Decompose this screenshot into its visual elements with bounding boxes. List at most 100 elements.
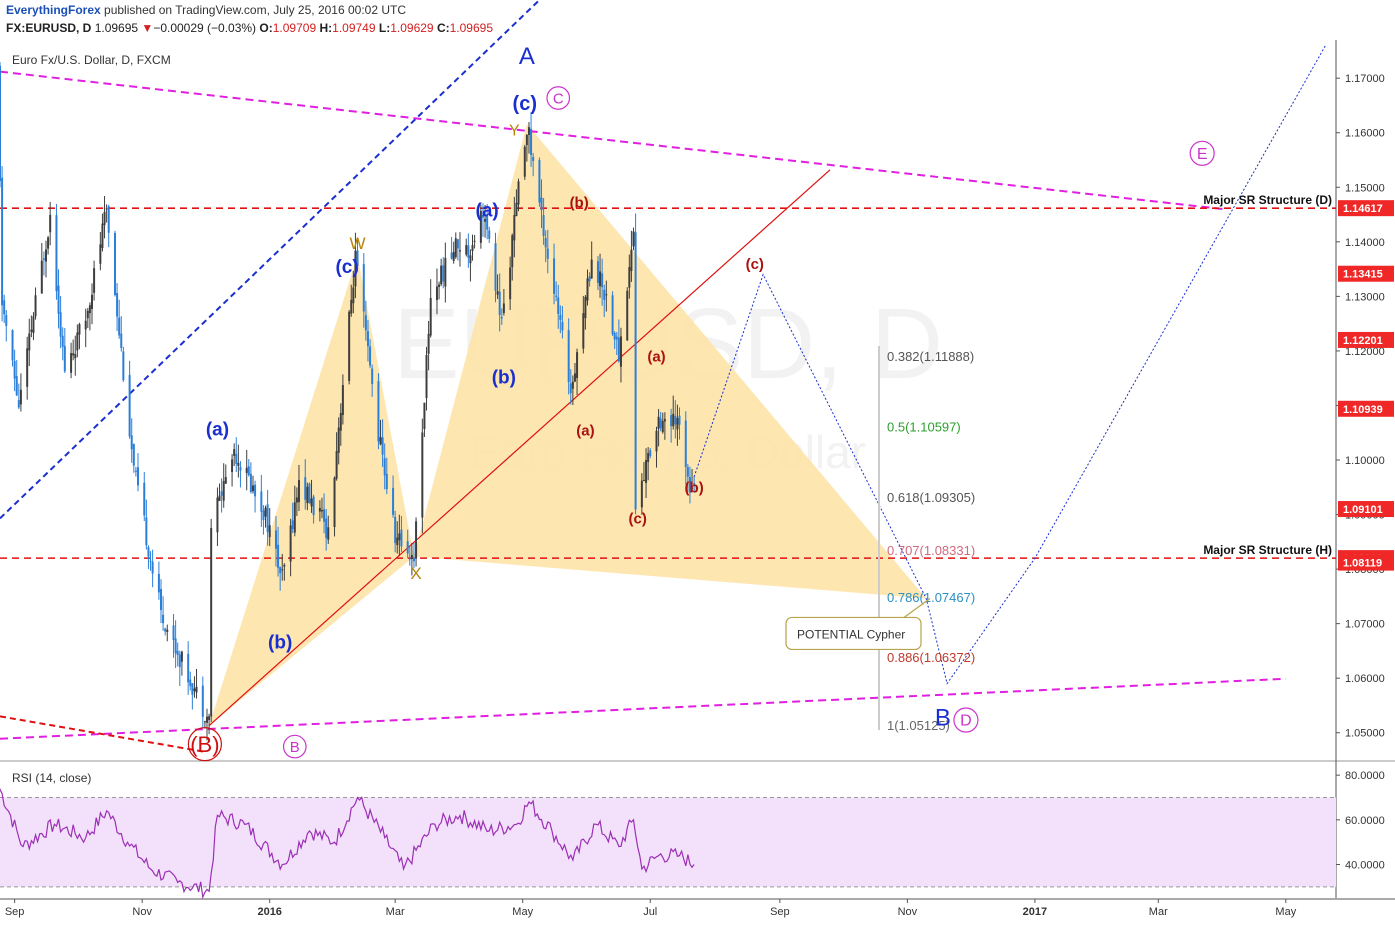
wave-label: C: [553, 90, 564, 107]
candle-body: [266, 504, 269, 533]
candle-body: [676, 418, 679, 430]
wave-label: B: [290, 739, 300, 756]
candle-body: [166, 629, 169, 632]
candle-body: [136, 467, 139, 486]
candle-body: [19, 389, 22, 405]
candle-body: [362, 264, 365, 312]
candle-body: [590, 259, 593, 279]
candle-body: [540, 197, 543, 211]
time-tick-label: 2017: [1023, 906, 1047, 918]
candle-body: [3, 300, 6, 315]
candle-body: [274, 530, 277, 549]
candle-body: [634, 232, 637, 510]
wave-label: (c): [629, 510, 647, 527]
candle-body: [584, 296, 587, 319]
wave-label: (B): [190, 732, 219, 757]
rsi-title: RSI (14, close): [12, 771, 91, 785]
candle-body: [30, 329, 33, 332]
candle-body: [672, 413, 675, 427]
candle-body: [113, 232, 116, 295]
candle-body: [254, 484, 257, 497]
wave-label: (a): [647, 348, 665, 365]
candle-body: [613, 333, 616, 340]
candle-body: [527, 127, 530, 135]
candle-body: [599, 271, 602, 287]
candle-body: [398, 533, 401, 541]
candle-body: [178, 654, 181, 668]
price-marker-label: 1.13415: [1343, 269, 1383, 281]
candle-body: [308, 483, 311, 504]
candle-body: [28, 333, 31, 351]
price-tick-label: 1.16000: [1345, 128, 1385, 140]
candle-body: [352, 287, 355, 304]
price-marker-label: 1.09101: [1343, 504, 1383, 516]
candle-body: [132, 444, 135, 466]
wave-label: E: [1197, 146, 1208, 163]
candle-body: [249, 473, 252, 492]
candle-body: [120, 333, 123, 348]
candle-body: [465, 245, 468, 255]
candle-body: [291, 520, 294, 529]
candle-body: [659, 418, 662, 428]
candle-body: [379, 437, 382, 445]
candle-body: [333, 477, 336, 528]
time-tick-label: May: [1275, 906, 1296, 918]
candle-body: [674, 416, 677, 425]
candle-body: [262, 510, 265, 521]
price-tick-label: 1.07000: [1345, 619, 1385, 631]
candle-body: [128, 375, 131, 437]
candle-body: [72, 353, 75, 356]
candle-body: [283, 564, 286, 567]
candle-body: [663, 419, 666, 422]
candle-body: [189, 679, 192, 687]
candle-body: [523, 146, 526, 177]
candle-body: [78, 324, 81, 335]
candle-body: [15, 376, 18, 396]
price-chart[interactable]: EURUSD, DEuro Fx/U.S. Dollar Major SR St…: [0, 0, 1395, 927]
candle-body: [509, 267, 512, 300]
candle-body: [143, 482, 146, 516]
candle-body: [195, 686, 198, 693]
candle-body: [191, 683, 194, 695]
price-marker-label: 1.14617: [1343, 203, 1383, 215]
candle-body: [88, 305, 91, 314]
candle-body: [394, 517, 397, 544]
candle-body: [17, 400, 20, 408]
candle-body: [415, 521, 418, 559]
time-tick-label: Mar: [1149, 906, 1168, 918]
candle-body: [473, 240, 476, 242]
candle-body: [76, 332, 79, 351]
candle-body: [421, 432, 424, 518]
candle-body: [310, 498, 313, 507]
wave-label: (a): [576, 422, 594, 439]
candle-body: [61, 335, 64, 347]
candle-body: [655, 430, 658, 452]
candle-body: [573, 373, 576, 382]
candle-body: [542, 215, 545, 236]
candle-body: [410, 554, 413, 559]
candle-body: [116, 293, 119, 317]
fib-level-label: 0.618(1.09305): [887, 490, 975, 505]
candle-body: [647, 452, 650, 463]
candle-body: [640, 480, 643, 508]
candle-body: [435, 286, 438, 301]
rsi-band: [0, 797, 1336, 887]
candle-body: [438, 284, 441, 288]
candle-body: [107, 206, 110, 233]
price-tick-label: 1.05000: [1345, 728, 1385, 740]
wave-label: W: [349, 234, 365, 253]
candle-body: [544, 238, 547, 248]
price-tick-label: 1.14000: [1345, 237, 1385, 249]
candle-body: [553, 258, 556, 294]
candle-body: [369, 346, 372, 366]
candle-body: [134, 470, 137, 472]
time-tick-label: Mar: [386, 906, 405, 918]
candle-body: [406, 541, 409, 554]
candle-body: [231, 459, 234, 473]
candle-body: [306, 486, 309, 504]
candle-body: [318, 507, 321, 512]
candle-body: [237, 462, 240, 466]
fib-level-label: 0.5(1.10597): [887, 419, 961, 434]
candle-body: [277, 544, 280, 568]
candle-body: [320, 509, 323, 512]
